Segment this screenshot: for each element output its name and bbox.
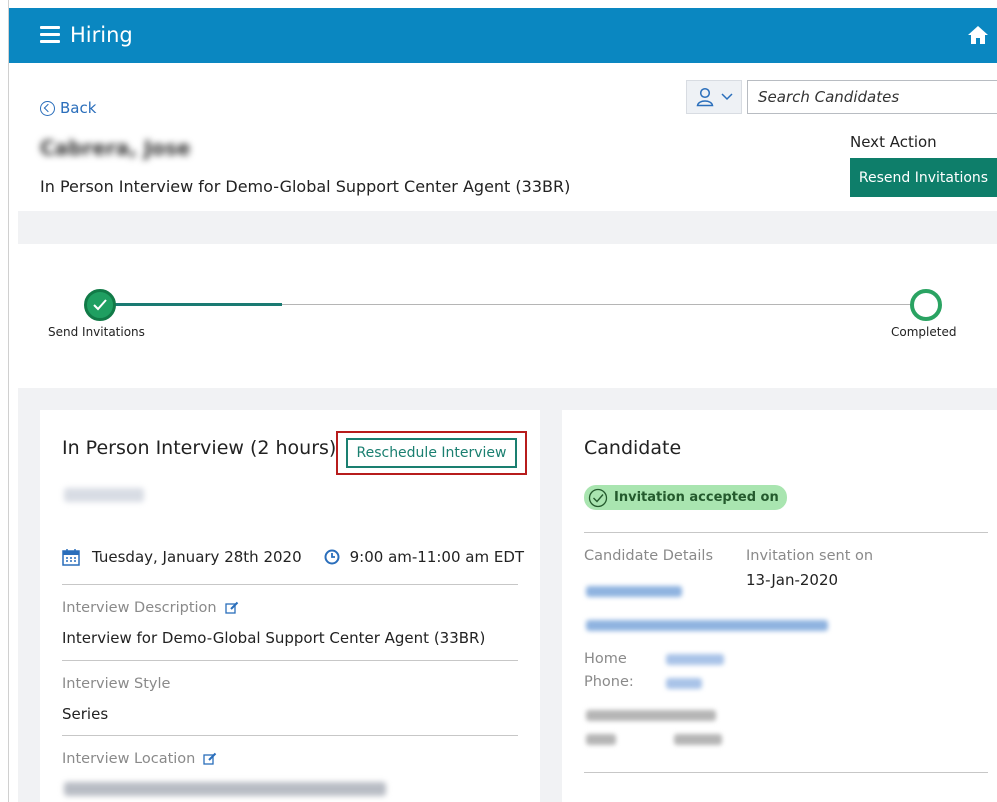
candidate-card: Candidate Invitation accepted on Candida… [562, 410, 997, 802]
redacted-phone [666, 678, 702, 689]
home-phone-label: Home [584, 651, 627, 667]
calendar-icon [62, 549, 80, 566]
step-label-completed: Completed [891, 325, 957, 339]
interview-datetime: Tuesday, January 28th 2020 9:00 am-11:00… [62, 548, 524, 566]
clock-icon [324, 549, 340, 565]
invitation-sent-label: Invitation sent on [746, 548, 874, 564]
edit-icon[interactable] [203, 752, 217, 766]
divider [62, 660, 518, 661]
invitation-sent-value: 13-Jan-2020 [746, 571, 839, 589]
divider [584, 772, 988, 773]
user-filter-dropdown[interactable] [686, 80, 742, 114]
header-panel: Back Cabrera, Jose In Person Interview f… [18, 63, 997, 211]
interview-description-label: Interview Description [62, 600, 239, 616]
step-completed-marker [910, 289, 942, 321]
hamburger-menu-icon[interactable] [40, 26, 60, 44]
interview-description-label-text: Interview Description [62, 600, 217, 616]
step-label-send-invitations: Send Invitations [48, 325, 145, 339]
redacted-location [64, 782, 386, 796]
next-action-label: Next Action [850, 133, 937, 151]
section-separator [18, 211, 997, 244]
interview-location-label-text: Interview Location [62, 751, 196, 767]
redacted-address [586, 710, 716, 721]
interview-time: 9:00 am-11:00 am EDT [349, 548, 525, 566]
interview-style-value: Series [62, 705, 109, 723]
step-send-invitations-marker [84, 289, 116, 321]
back-link[interactable]: Back [40, 99, 96, 117]
interview-card: In Person Interview (2 hours) Reschedule… [40, 410, 540, 802]
back-label: Back [60, 99, 97, 117]
divider [62, 584, 518, 585]
window-left-edge [0, 0, 9, 802]
home-icon[interactable] [967, 25, 989, 45]
redacted-city [586, 734, 616, 745]
user-icon [696, 87, 713, 107]
edit-icon[interactable] [224, 601, 239, 615]
candidate-name: Cabrera, Jose [40, 136, 191, 160]
candidate-details-label: Candidate Details [584, 548, 714, 564]
progress-track-completed [100, 303, 282, 306]
redacted-home-phone [666, 654, 724, 665]
redacted-line [64, 488, 144, 502]
interview-title: In Person Interview (2 hours) [62, 437, 337, 459]
redacted-email[interactable] [586, 620, 828, 631]
interview-date: Tuesday, January 28th 2020 [92, 548, 302, 566]
status-badge: Invitation accepted on [584, 485, 787, 510]
progress-tracker: Send Invitations Completed [18, 244, 997, 388]
redacted-candidate-name [586, 586, 682, 597]
page-subtitle: In Person Interview for Demo-Global Supp… [40, 177, 571, 196]
search-input[interactable] [748, 81, 997, 113]
app-title: Hiring [70, 23, 133, 47]
interview-style-label: Interview Style [62, 676, 171, 692]
reschedule-interview-button[interactable]: Reschedule Interview [346, 438, 517, 468]
redacted-state [674, 734, 722, 745]
status-badge-text: Invitation accepted on [614, 490, 779, 505]
candidate-section-title: Candidate [584, 437, 682, 459]
app-topbar: Hiring [9, 8, 997, 63]
back-arrow-icon [40, 100, 55, 116]
divider [62, 735, 518, 736]
resend-invitations-button[interactable]: Resend Invitations [850, 158, 997, 197]
phone-label: Phone: [584, 674, 634, 690]
search-candidates [747, 80, 997, 114]
checkmark-icon [93, 299, 107, 311]
check-circle-icon [588, 488, 608, 507]
divider [584, 532, 988, 533]
chevron-down-icon [720, 93, 733, 101]
highlight-box: Reschedule Interview [336, 431, 527, 475]
interview-location-label: Interview Location [62, 751, 217, 767]
interview-description-value: Interview for Demo-Global Support Center… [62, 629, 486, 647]
